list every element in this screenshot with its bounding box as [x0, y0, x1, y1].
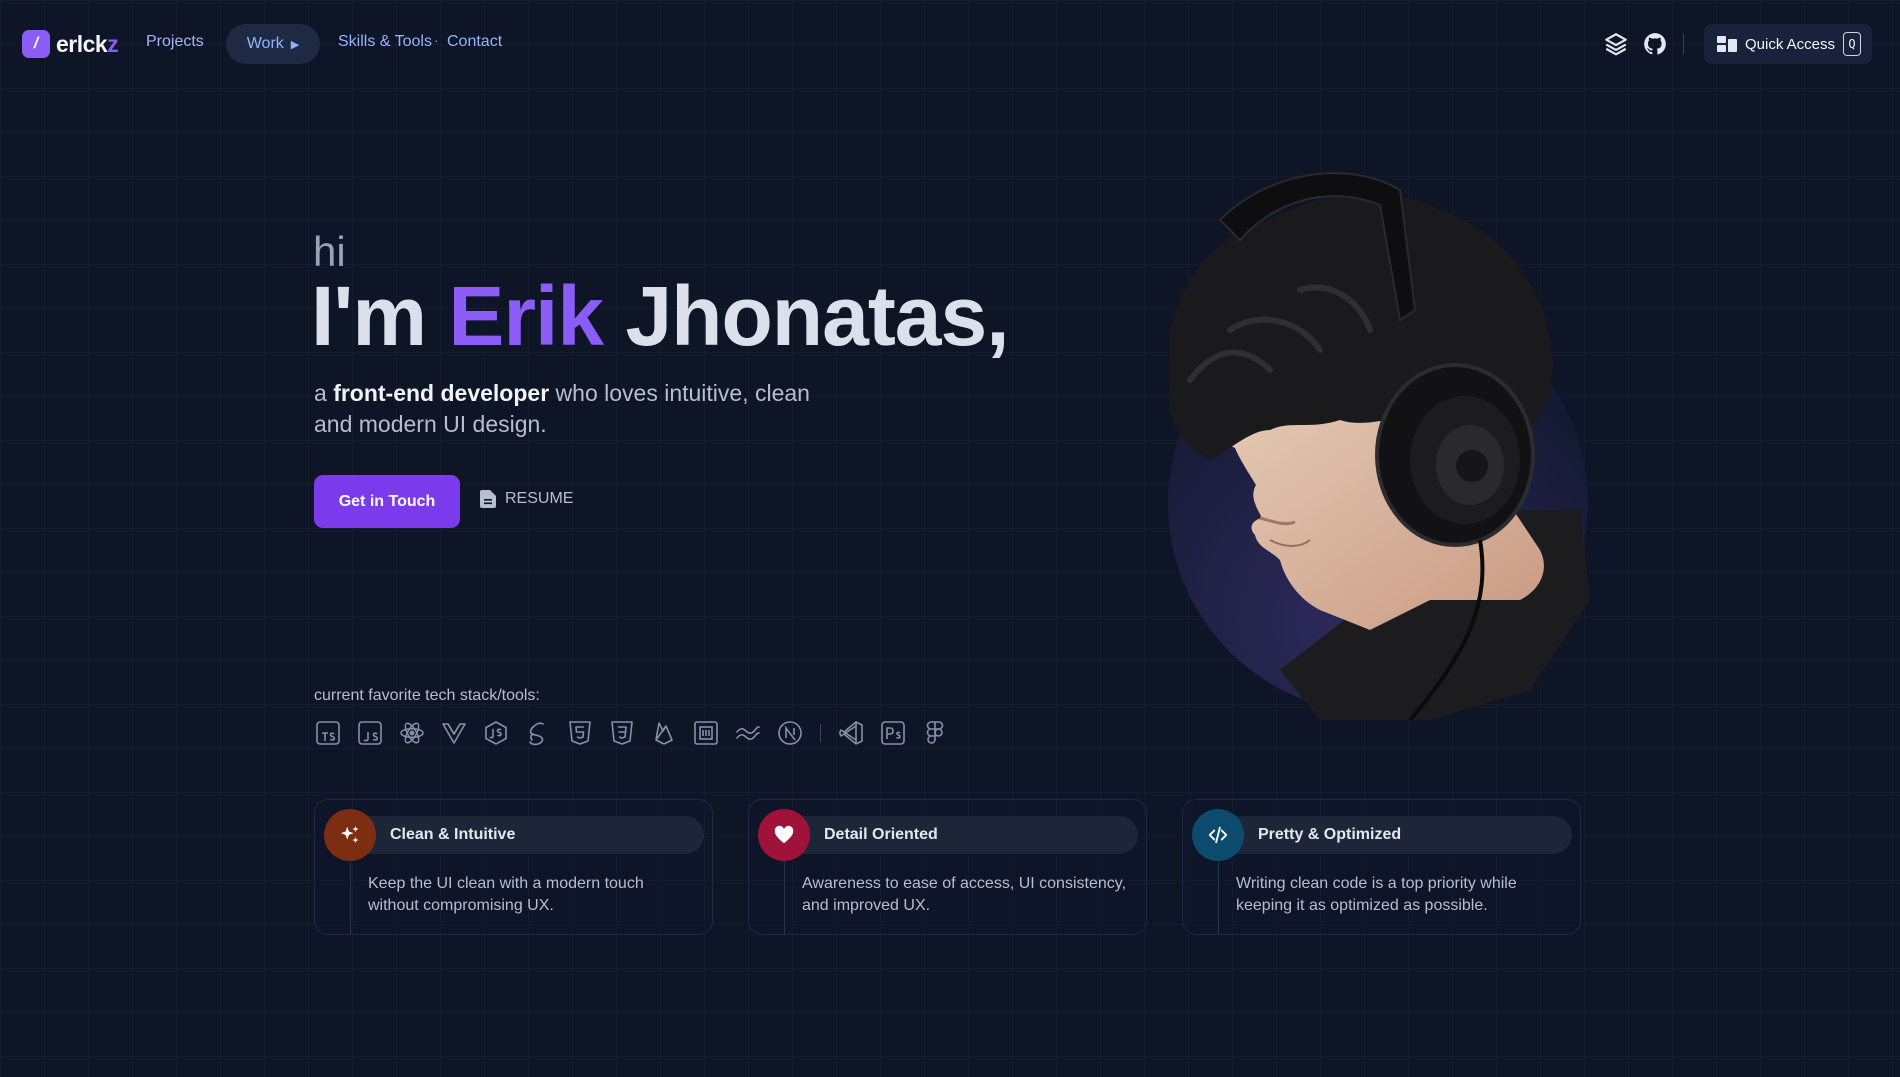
feature-connector — [350, 861, 351, 935]
feature-title: Clean & Intuitive — [350, 816, 704, 854]
firebase-icon — [650, 719, 678, 747]
logo-text-accent: z — [107, 30, 119, 57]
react-icon — [398, 719, 426, 747]
sparkles-icon — [324, 809, 376, 861]
feature-title: Detail Oriented — [784, 816, 1138, 854]
vue-icon — [440, 719, 468, 747]
tailwind-icon — [734, 719, 762, 747]
nav-work-button[interactable]: Work ▶ — [226, 24, 320, 64]
tech-stack-row — [314, 718, 963, 748]
svelte-icon — [524, 719, 552, 747]
photoshop-icon — [879, 719, 907, 747]
dashboard-icon — [1717, 36, 1737, 52]
headline-post: Jhonatas, — [603, 269, 1009, 363]
tagline-bold: front-end developer — [333, 380, 550, 406]
nav-skills-link[interactable]: Skills & Tools — [338, 33, 432, 51]
feature-connector — [784, 861, 785, 935]
code-icon — [1192, 809, 1244, 861]
feature-description: Keep the UI clean with a modern touch wi… — [368, 875, 644, 914]
nav-work-label: Work — [246, 35, 284, 52]
windi-icon — [692, 719, 720, 747]
figma-icon — [921, 719, 949, 747]
css3-icon — [608, 719, 636, 747]
get-in-touch-button[interactable]: Get in Touch — [314, 475, 460, 528]
tech-divider — [820, 724, 821, 742]
top-nav: / erlckz Projects Work ▶ Skills & Tools … — [0, 0, 1900, 88]
nav-projects-link[interactable]: Projects — [146, 33, 204, 51]
headline-name: Erik — [448, 269, 604, 363]
vscode-icon — [837, 719, 865, 747]
play-icon: ▶ — [290, 38, 300, 51]
feature-title: Pretty & Optimized — [1218, 816, 1572, 854]
logo-text-main: erlck — [56, 30, 108, 57]
feature-description: Awareness to ease of access, UI consiste… — [802, 875, 1127, 914]
headline-pre: I'm — [311, 269, 449, 363]
feature-connector — [1218, 861, 1219, 935]
feature-card-optimized: Pretty & Optimized Writing clean code is… — [1182, 799, 1581, 935]
heart-icon — [758, 809, 810, 861]
feature-card-clean: Clean & Intuitive Keep the UI clean with… — [314, 799, 713, 935]
nextjs-icon — [776, 719, 804, 747]
html5-icon — [566, 719, 594, 747]
resume-label: RESUME — [505, 490, 574, 507]
logo-text: erlckz — [56, 30, 119, 58]
quick-access-shortcut: Q — [1843, 32, 1862, 56]
github-icon[interactable] — [1642, 31, 1668, 57]
feature-description: Writing clean code is a top priority whi… — [1236, 875, 1517, 914]
document-icon — [480, 490, 496, 508]
tech-stack-label: current favorite tech stack/tools: — [314, 687, 540, 704]
quick-access-button[interactable]: Quick Access Q — [1704, 24, 1872, 64]
portrait-illustration — [1168, 172, 1590, 722]
typescript-icon — [314, 719, 342, 747]
resume-link[interactable]: RESUME — [480, 490, 573, 508]
nav-divider — [1683, 34, 1684, 54]
quick-access-label: Quick Access — [1745, 35, 1836, 53]
nav-separator-dot: · — [434, 32, 439, 48]
javascript-icon — [356, 719, 384, 747]
layers-icon[interactable] — [1603, 31, 1629, 57]
redux-icon — [482, 719, 510, 747]
feature-card-detail: Detail Oriented Awareness to ease of acc… — [748, 799, 1147, 935]
nav-contact-link[interactable]: Contact — [447, 33, 502, 51]
tagline-pre: a — [314, 380, 334, 406]
logo[interactable]: / erlckz — [22, 30, 119, 58]
hero-tagline: a front-end developer who loves intuitiv… — [314, 378, 814, 440]
page: / erlckz Projects Work ▶ Skills & Tools … — [0, 0, 1900, 1077]
hero-headline: I'm Erik Jhonatas, — [311, 268, 1010, 365]
logo-mark: / — [22, 30, 50, 58]
